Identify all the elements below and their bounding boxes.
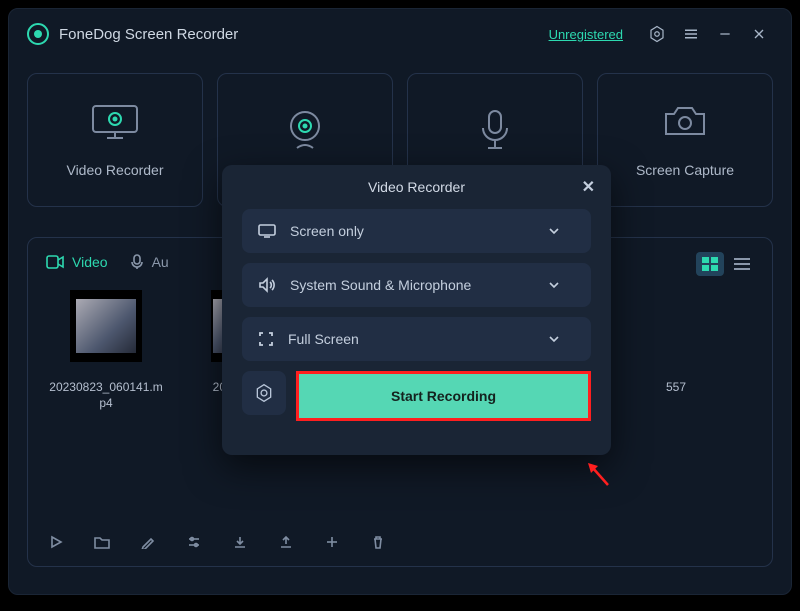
tab-label: Video — [72, 254, 108, 270]
gear-icon — [254, 383, 274, 403]
chevron-down-icon — [547, 224, 561, 238]
tool-button[interactable] — [322, 532, 342, 552]
source-select[interactable]: Screen only — [242, 209, 591, 253]
grid-icon — [702, 257, 718, 271]
audio-select[interactable]: System Sound & Microphone — [242, 263, 591, 307]
tab-audio[interactable]: Au — [130, 254, 169, 270]
start-recording-highlight: Start Recording — [296, 371, 591, 421]
close-icon[interactable] — [745, 20, 773, 48]
thumbnail — [70, 290, 142, 362]
folder-button[interactable] — [92, 532, 112, 552]
download-button[interactable] — [230, 532, 250, 552]
area-select[interactable]: Full Screen — [242, 317, 591, 361]
camera-icon — [660, 102, 710, 142]
view-grid-button[interactable] — [696, 252, 724, 276]
list-item[interactable]: 557 — [646, 290, 706, 411]
fullscreen-icon — [258, 331, 274, 347]
monitor-small-icon — [258, 224, 276, 238]
play-button[interactable] — [46, 532, 66, 552]
file-name: 20230823_060141.mp4 — [46, 380, 166, 411]
mode-label: Screen Capture — [636, 162, 734, 178]
share-button[interactable] — [276, 532, 296, 552]
edit-button[interactable] — [138, 532, 158, 552]
video-icon — [46, 255, 64, 269]
source-value: Screen only — [290, 223, 364, 239]
registration-status[interactable]: Unregistered — [549, 27, 623, 42]
app-title: FoneDog Screen Recorder — [59, 26, 238, 43]
chevron-down-icon — [547, 332, 561, 346]
sound-icon — [258, 277, 276, 293]
list-item[interactable]: 20230823_060141.mp4 — [46, 290, 166, 411]
start-recording-button[interactable]: Start Recording — [299, 374, 588, 418]
modal-close-button[interactable]: ✕ — [582, 177, 595, 197]
library-toolbar — [46, 532, 388, 552]
start-label: Start Recording — [391, 388, 496, 404]
filter-button[interactable] — [184, 532, 204, 552]
audio-value: System Sound & Microphone — [290, 277, 471, 293]
tab-label: Au — [152, 254, 169, 270]
monitor-icon — [87, 102, 143, 142]
mode-label: Video Recorder — [66, 162, 163, 178]
area-value: Full Screen — [288, 331, 359, 347]
video-recorder-modal: Video Recorder ✕ Screen only System Soun… — [222, 165, 611, 455]
list-icon — [734, 257, 750, 271]
modal-title: Video Recorder — [242, 179, 591, 195]
recorder-settings-button[interactable] — [242, 371, 286, 415]
menu-icon[interactable] — [677, 20, 705, 48]
webcam-icon — [283, 108, 327, 152]
mode-capture[interactable]: Screen Capture — [597, 73, 773, 207]
delete-button[interactable] — [368, 532, 388, 552]
file-name: 557 — [666, 380, 686, 396]
arrow-annotation — [586, 461, 612, 487]
minimize-icon[interactable] — [711, 20, 739, 48]
view-list-button[interactable] — [728, 252, 756, 276]
settings-icon[interactable] — [643, 20, 671, 48]
mic-icon — [477, 108, 513, 152]
mode-video[interactable]: Video Recorder — [27, 73, 203, 207]
app-logo — [27, 23, 49, 45]
chevron-down-icon — [547, 278, 561, 292]
mic-small-icon — [130, 254, 144, 270]
tab-video[interactable]: Video — [46, 254, 108, 270]
